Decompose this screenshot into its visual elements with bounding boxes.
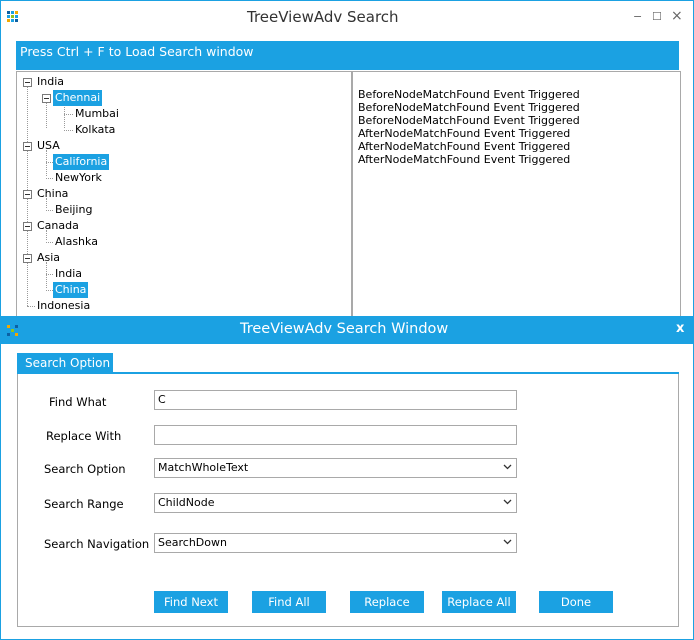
tree-node[interactable]: Alashka xyxy=(55,235,98,249)
tree-connector xyxy=(46,102,47,128)
tree-connector xyxy=(64,114,73,115)
tree-connector xyxy=(46,210,53,211)
collapse-toggle-icon[interactable] xyxy=(23,142,32,151)
window-title: TreeViewAdv Search xyxy=(247,8,399,26)
tree-connector xyxy=(27,306,35,307)
search-navigation-value: SearchDown xyxy=(158,536,227,549)
search-window-title: TreeViewAdv Search Window xyxy=(240,321,449,337)
tree-connector xyxy=(46,150,47,176)
find-what-value: C xyxy=(158,393,166,406)
find-what-label: Find What xyxy=(49,395,107,409)
tree-connector xyxy=(46,262,47,288)
find-all-button[interactable]: Find All xyxy=(252,591,326,613)
tree-node[interactable]: China xyxy=(53,282,89,298)
instruction-text: Press Ctrl + F to Load Search window xyxy=(20,44,254,59)
tree-node[interactable]: USA xyxy=(37,139,60,153)
search-navigation-label: Search Navigation xyxy=(44,537,150,551)
search-window: TreeViewAdv Search Window x Search Optio… xyxy=(0,316,694,640)
tree-node[interactable]: Kolkata xyxy=(75,123,115,137)
tab-search-option[interactable]: Search Option xyxy=(17,353,113,373)
tree-node[interactable]: Indonesia xyxy=(37,299,90,313)
collapse-toggle-icon[interactable] xyxy=(42,94,51,103)
chevron-down-icon xyxy=(503,464,512,470)
tab-search-option-label: Search Option xyxy=(25,356,111,370)
tree-node[interactable]: India xyxy=(37,75,64,89)
event-log-line: BeforeNodeMatchFound Event Triggered xyxy=(358,114,580,127)
tree-node[interactable]: NewYork xyxy=(55,171,102,185)
tree-connector xyxy=(46,274,53,275)
find-next-button[interactable]: Find Next xyxy=(154,591,228,613)
tree-connector xyxy=(46,290,53,291)
tree-node[interactable]: Asia xyxy=(37,251,60,265)
collapse-toggle-icon[interactable] xyxy=(23,78,32,87)
minimize-button[interactable]: − xyxy=(633,10,642,23)
collapse-toggle-icon[interactable] xyxy=(23,190,32,199)
search-option-value: MatchWholeText xyxy=(158,461,249,474)
replace-with-input[interactable] xyxy=(154,425,517,445)
search-option-label: Search Option xyxy=(44,462,126,476)
event-log-panel: BeforeNodeMatchFound Event Triggered Befo… xyxy=(352,71,681,323)
event-log-line: AfterNodeMatchFound Event Triggered xyxy=(358,140,571,153)
event-log-line: AfterNodeMatchFound Event Triggered xyxy=(358,127,571,140)
tree-view[interactable]: India Chennai Mumbai Kolkata USA California Ne… xyxy=(16,71,352,323)
replace-all-button[interactable]: Replace All xyxy=(442,591,516,613)
search-range-label: Search Range xyxy=(44,497,124,511)
app-icon xyxy=(7,325,18,336)
chevron-down-icon xyxy=(503,499,512,505)
tree-node[interactable]: India xyxy=(55,267,82,281)
tree-connector xyxy=(46,162,53,163)
tree-connector xyxy=(46,242,53,243)
event-log-line: BeforeNodeMatchFound Event Triggered xyxy=(358,101,580,114)
chevron-down-icon xyxy=(503,539,512,545)
find-what-input[interactable]: C xyxy=(154,390,517,410)
tree-node[interactable]: Beijing xyxy=(55,203,92,217)
search-range-select[interactable]: ChildNode xyxy=(154,493,517,513)
event-log-line: AfterNodeMatchFound Event Triggered xyxy=(358,153,571,166)
replace-with-label: Replace With xyxy=(46,429,122,443)
close-button[interactable]: × xyxy=(671,8,683,24)
instruction-banner: Press Ctrl + F to Load Search window xyxy=(16,41,679,70)
collapse-toggle-icon[interactable] xyxy=(23,254,32,263)
event-log-line: BeforeNodeMatchFound Event Triggered xyxy=(358,88,580,101)
search-range-value: ChildNode xyxy=(158,496,215,509)
app-icon xyxy=(7,11,18,22)
tree-node[interactable]: Chennai xyxy=(53,90,103,106)
search-option-select[interactable]: MatchWholeText xyxy=(154,458,517,478)
search-window-titlebar: TreeViewAdv Search Window x xyxy=(1,317,693,344)
search-window-close-button[interactable]: x xyxy=(676,321,684,336)
tree-connector xyxy=(64,130,73,131)
done-button[interactable]: Done xyxy=(539,591,613,613)
tree-node[interactable]: Mumbai xyxy=(75,107,119,121)
collapse-toggle-icon[interactable] xyxy=(23,222,32,231)
tree-node[interactable]: China xyxy=(37,187,68,201)
maximize-button[interactable]: ☐ xyxy=(652,10,662,23)
replace-button[interactable]: Replace xyxy=(350,591,424,613)
tree-node[interactable]: Canada xyxy=(37,219,79,233)
tree-node[interactable]: California xyxy=(53,154,110,170)
tree-connector xyxy=(46,178,53,179)
search-navigation-select[interactable]: SearchDown xyxy=(154,533,517,553)
